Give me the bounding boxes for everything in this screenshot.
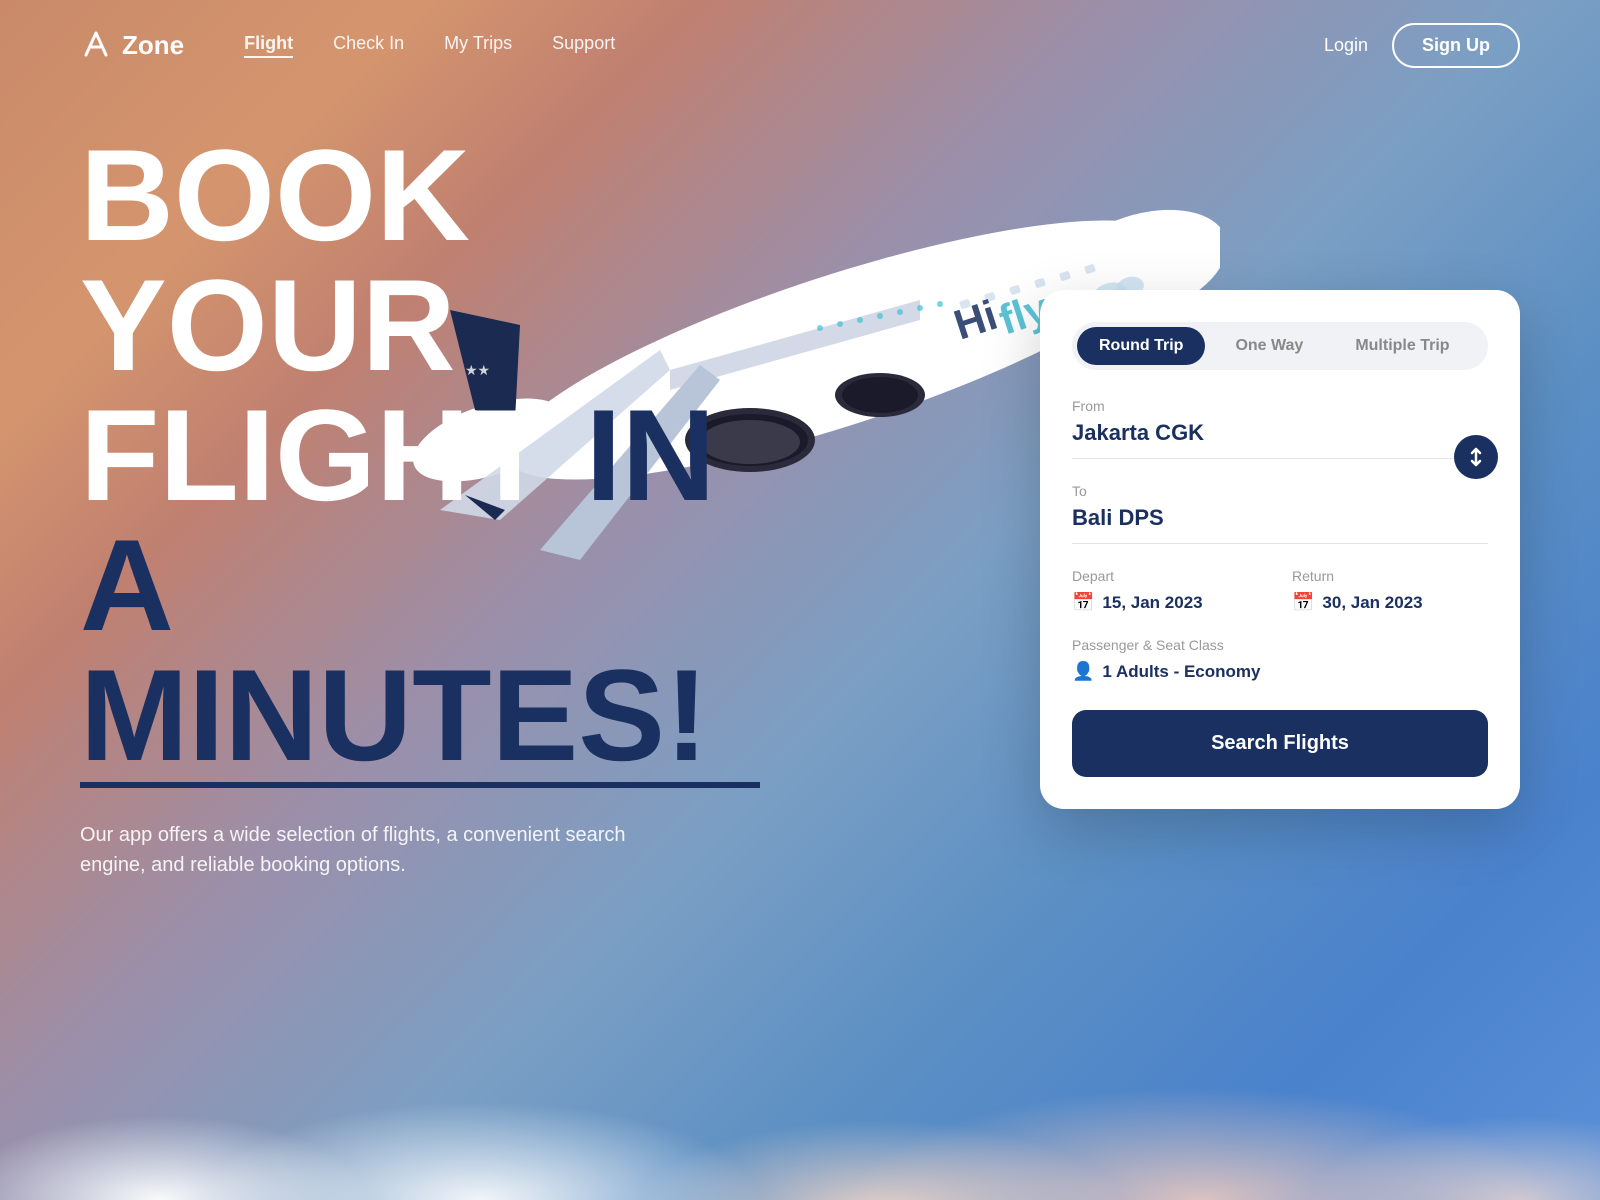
nav-right: Login Sign Up [1324, 23, 1520, 68]
from-value[interactable]: Jakarta CGK [1072, 420, 1488, 459]
hero-line4-container: A MINUTES! [80, 520, 800, 780]
depart-value[interactable]: 📅 15, Jan 2023 [1072, 592, 1268, 613]
passenger-label: Passenger & Seat Class [1072, 637, 1488, 653]
swap-icon [1465, 446, 1487, 468]
passenger-value[interactable]: 👤 1 Adults - Economy [1072, 661, 1488, 682]
passenger-text: 1 Adults - Economy [1102, 662, 1260, 682]
nav-mytrips[interactable]: My Trips [444, 33, 512, 58]
tab-one-way[interactable]: One Way [1213, 327, 1325, 365]
return-field: Return 📅 30, Jan 2023 [1292, 568, 1488, 613]
navbar: Zone Flight Check In My Trips Support Lo… [0, 0, 1600, 90]
depart-calendar-icon: 📅 [1072, 592, 1094, 613]
logo-icon [80, 29, 112, 61]
depart-field: Depart 📅 15, Jan 2023 [1072, 568, 1268, 613]
return-value[interactable]: 📅 30, Jan 2023 [1292, 592, 1488, 613]
tab-multiple-trip[interactable]: Multiple Trip [1333, 327, 1471, 365]
nav-links: Flight Check In My Trips Support [244, 33, 1324, 58]
hero-content: BOOK YOUR FLIGHT IN A MINUTES! Our app o… [80, 130, 800, 880]
hero-subtitle: Our app offers a wide selection of fligh… [80, 820, 680, 880]
return-calendar-icon: 📅 [1292, 592, 1314, 613]
search-flights-button[interactable]: Search Flights [1072, 710, 1488, 777]
depart-date: 15, Jan 2023 [1102, 593, 1202, 613]
signup-button[interactable]: Sign Up [1392, 23, 1520, 68]
from-label: From [1072, 398, 1488, 414]
tab-round-trip[interactable]: Round Trip [1077, 327, 1205, 365]
depart-label: Depart [1072, 568, 1268, 584]
person-icon: 👤 [1072, 661, 1094, 682]
logo[interactable]: Zone [80, 29, 184, 61]
hero-in-word: IN [585, 382, 715, 528]
to-label: To [1072, 483, 1488, 499]
clouds-decoration [0, 980, 1600, 1200]
hero-line2: YOUR [80, 260, 800, 390]
swap-button[interactable] [1454, 435, 1498, 479]
hero-line1: BOOK [80, 130, 800, 260]
trip-type-tabs: Round Trip One Way Multiple Trip [1072, 322, 1488, 370]
from-field-group: From Jakarta CGK [1072, 398, 1488, 459]
return-date: 30, Jan 2023 [1322, 593, 1422, 613]
hero-title: BOOK YOUR FLIGHT IN A MINUTES! [80, 130, 800, 780]
hero-line3: FLIGHT IN [80, 390, 800, 520]
nav-support[interactable]: Support [552, 33, 615, 58]
return-label: Return [1292, 568, 1488, 584]
booking-card: Round Trip One Way Multiple Trip From Ja… [1040, 290, 1520, 809]
hero-flight-word: FLIGHT [80, 382, 549, 528]
passenger-field: Passenger & Seat Class 👤 1 Adults - Econ… [1072, 637, 1488, 682]
nav-checkin[interactable]: Check In [333, 33, 404, 58]
date-row: Depart 📅 15, Jan 2023 Return 📅 30, Jan 2… [1072, 568, 1488, 613]
nav-flight[interactable]: Flight [244, 33, 293, 58]
brand-name: Zone [122, 30, 184, 61]
login-button[interactable]: Login [1324, 35, 1368, 56]
hero-underline [80, 782, 760, 788]
to-value[interactable]: Bali DPS [1072, 505, 1488, 544]
hero-line4: A MINUTES! [80, 520, 800, 780]
to-field-group: To Bali DPS [1072, 483, 1488, 544]
